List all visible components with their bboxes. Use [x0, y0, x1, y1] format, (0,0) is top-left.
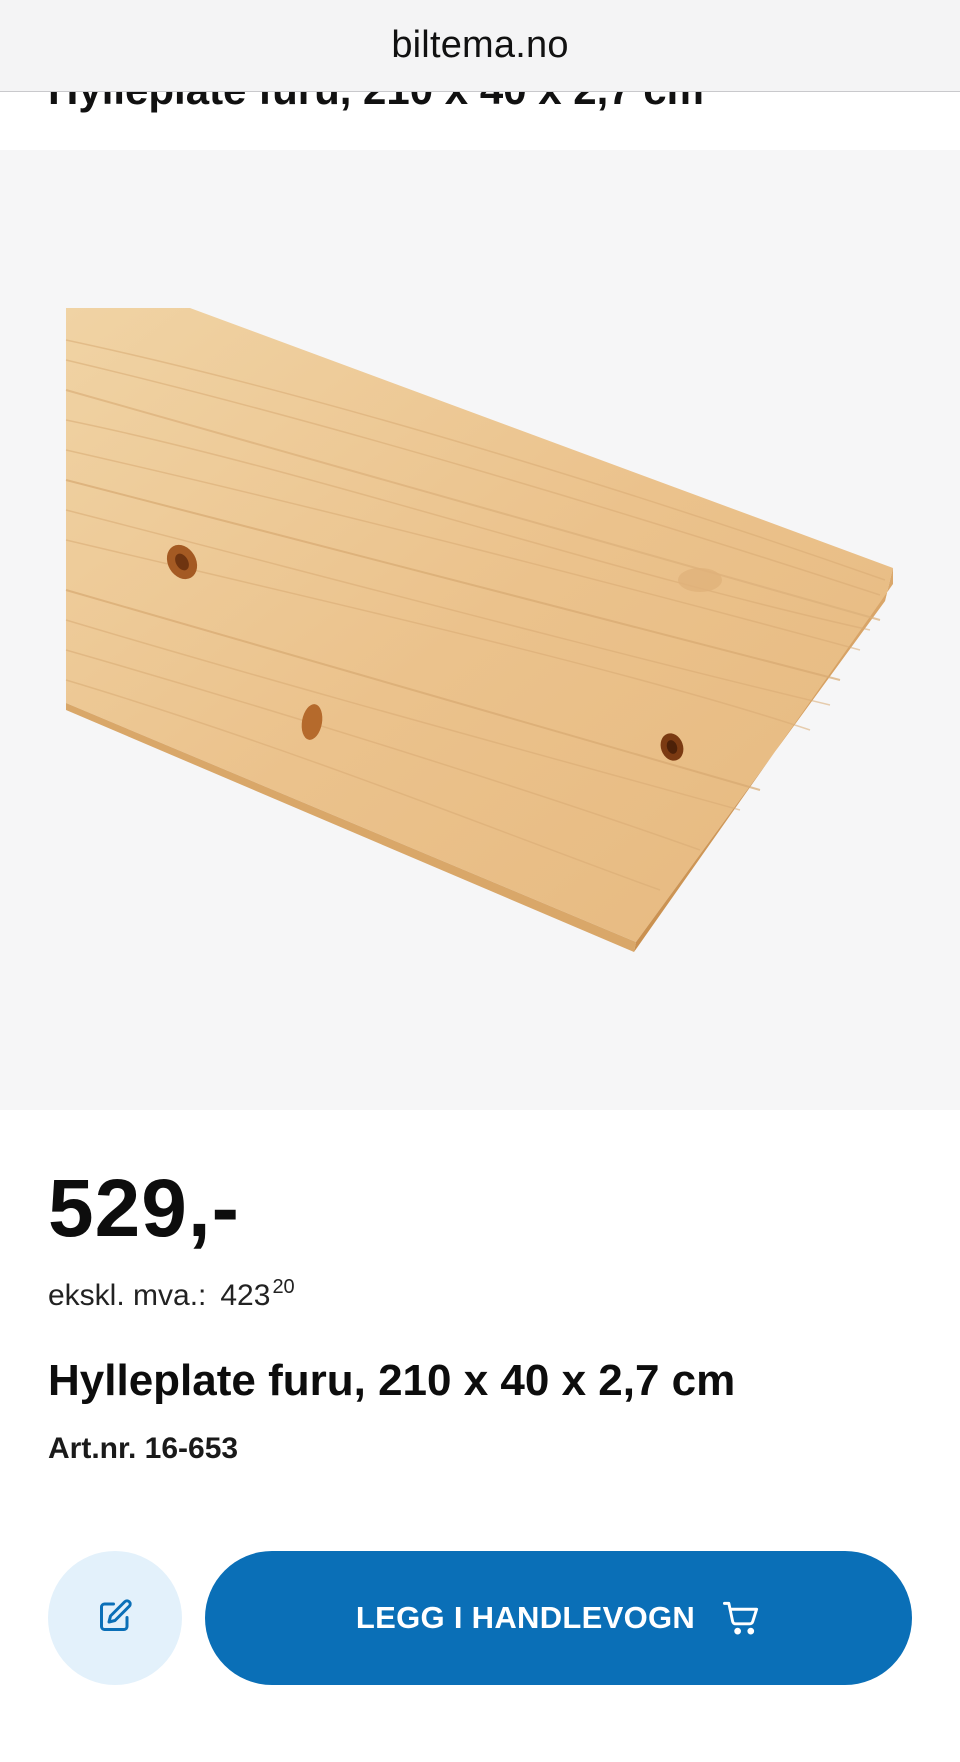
excl-vat-cents: 20 [272, 1276, 295, 1298]
add-to-cart-label: LEGG I HANDLEVOGN [355, 1600, 696, 1635]
url-domain[interactable]: biltema.no [391, 24, 568, 67]
product-title: Hylleplate furu, 210 x 40 x 2,7 cm [48, 1356, 736, 1405]
edit-note-icon [97, 1598, 133, 1639]
shopping-cart-icon [723, 1600, 761, 1636]
product-price: 529,- [48, 1163, 240, 1254]
browser-url-bar[interactable]: biltema.no [0, 0, 960, 92]
pine-shelf-board-image [65, 308, 893, 952]
product-page: biltema.no Hylleplate furu, 210 x 40 x 2… [0, 0, 960, 1762]
product-image[interactable] [0, 150, 960, 1110]
article-number: Art.nr. 16-653 [48, 1432, 239, 1465]
excl-vat-label: ekskl. mva.: [48, 1279, 207, 1312]
note-button[interactable] [48, 1551, 182, 1685]
price-excl-vat: ekskl. mva.: 423 20 [48, 1276, 295, 1313]
excl-vat-value: 423 [220, 1279, 271, 1312]
add-to-cart-button[interactable]: LEGG I HANDLEVOGN [205, 1551, 912, 1685]
